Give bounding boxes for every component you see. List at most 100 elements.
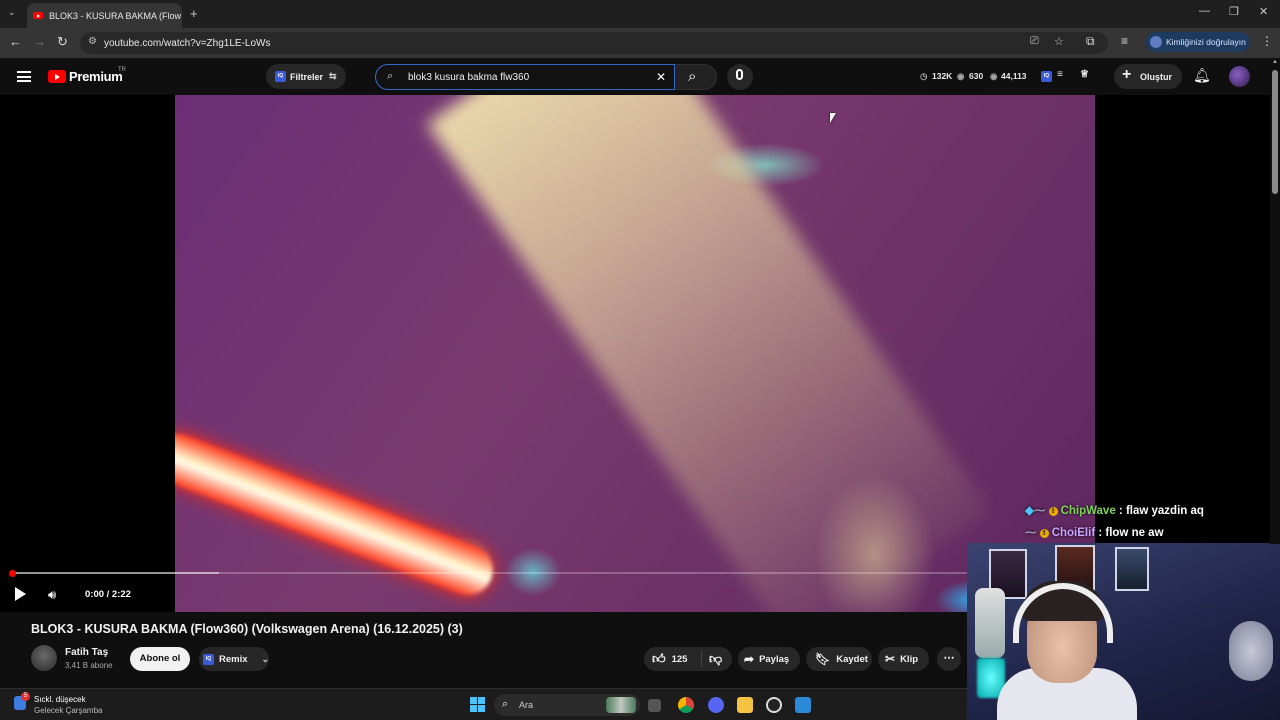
back-icon[interactable]: ← xyxy=(9,34,22,49)
chat-text: : flaw yazdin aq xyxy=(1115,505,1204,517)
forward-icon[interactable]: → xyxy=(33,34,46,49)
scrollbar-thumb[interactable] xyxy=(1272,70,1278,194)
task-view-icon[interactable] xyxy=(648,699,661,712)
sword-badge-icon: ⁓ xyxy=(1025,527,1037,539)
share-label: Paylaş xyxy=(759,653,790,665)
search-value: blok3 kusura bakma flw360 xyxy=(408,71,530,83)
windows-start-icon[interactable] xyxy=(470,697,485,712)
extension-badge-icon: IQ xyxy=(275,71,286,82)
chat-username: ChipWave xyxy=(1060,505,1116,517)
premium-logo-text[interactable]: Premium xyxy=(69,69,123,84)
scroll-up-icon[interactable]: ▲ xyxy=(1272,59,1278,65)
account-avatar[interactable] xyxy=(1229,66,1250,87)
install-app-icon[interactable]: ⎚ xyxy=(1030,35,1039,48)
chat-message: ◆⁓ ! ChipWave : flaw yazdin aq xyxy=(1025,503,1204,517)
filters-button[interactable]: IQ Filtreler ⇆ xyxy=(266,64,346,89)
voice-search-button[interactable] xyxy=(727,64,753,90)
window-close-icon[interactable]: ✕ xyxy=(1259,5,1268,18)
file-explorer-icon[interactable] xyxy=(737,697,753,713)
address-bar-row: ← → ↻ ⚙ youtube.com/watch?v=Zhg1LE-LoWs … xyxy=(0,28,1280,58)
headphones xyxy=(1013,583,1113,643)
dislike-button[interactable]: 👎︎ xyxy=(702,651,722,667)
like-dislike-group: 👍︎ 125 👎︎ xyxy=(644,647,732,671)
site-info-icon[interactable]: ⚙ xyxy=(88,36,97,47)
youtube-header: Premium TR IQ Filtreler ⇆ ⌕ blok3 kusura… xyxy=(0,58,1270,95)
subscribe-button[interactable]: Abone ol xyxy=(130,647,190,671)
new-tab-icon[interactable]: + xyxy=(190,6,198,21)
tab-list-icon[interactable]: ⌄ xyxy=(8,7,16,18)
remix-badge-icon: IQ xyxy=(203,654,214,665)
video-title: BLOK3 - KUSURA BAKMA (Flow360) (Volkswag… xyxy=(31,622,463,636)
extension-iq-icon[interactable]: IQ xyxy=(1041,71,1052,82)
stat-clock-value: 132K xyxy=(932,71,953,81)
bookmark-star-icon[interactable]: ☆ xyxy=(1054,35,1064,48)
menu-icon[interactable] xyxy=(17,71,31,82)
led-light-bar xyxy=(175,426,501,603)
tab-close-icon[interactable]: ✕ xyxy=(181,10,182,21)
reading-list-icon[interactable]: ≡ xyxy=(1121,34,1128,48)
trophy-icon[interactable]: ♕ xyxy=(1080,69,1089,80)
clip-label: Klip xyxy=(900,653,919,665)
weather-subline: Gelecek Çarşamba xyxy=(34,706,103,715)
save-label: Kaydet xyxy=(836,653,868,665)
queue-icon[interactable]: ≡ xyxy=(1057,69,1063,80)
stat-views-value: 630 xyxy=(969,71,984,81)
microphone-icon xyxy=(736,69,743,80)
youtube-logo-icon[interactable] xyxy=(48,70,66,83)
sliders-icon: ⇆ xyxy=(329,71,337,81)
obs-icon[interactable] xyxy=(766,697,782,713)
stat-eye-icon: ◉ xyxy=(990,71,998,81)
stage-light-beam xyxy=(426,95,991,612)
search-icon: ⌕ xyxy=(688,68,697,85)
search-input[interactable]: ⌕ blok3 kusura bakma flw360 ✕ xyxy=(375,64,675,90)
chrome-icon[interactable] xyxy=(678,697,694,713)
channel-name[interactable]: Fatih Taş xyxy=(65,647,108,658)
search-button[interactable]: ⌕ xyxy=(675,64,717,90)
like-count: 125 xyxy=(671,653,688,665)
browser-tab-bar: ⌄ BLOK3 - KUSURA BAKMA (Flow ✕ + — ❐ ✕ xyxy=(0,0,1280,28)
scissors-icon: ✂ xyxy=(885,652,896,666)
page-scrollbar[interactable]: ▲ xyxy=(1270,58,1280,544)
taskbar-search-icon: ⌕ xyxy=(502,698,509,710)
extensions-icon[interactable]: ⧉ xyxy=(1086,34,1095,49)
play-icon[interactable] xyxy=(15,587,26,601)
remix-button[interactable]: IQ Remix ⌄ xyxy=(199,647,269,671)
region-code: TR xyxy=(118,67,126,73)
share-button[interactable]: ➦ Paylaş xyxy=(738,647,800,671)
verify-identity-button[interactable]: Kimliğinizi doğrulayın xyxy=(1146,32,1250,52)
microphone-prop xyxy=(975,588,1005,658)
restore-icon[interactable]: ❐ xyxy=(1229,5,1239,18)
minimize-icon[interactable]: — xyxy=(1199,5,1210,17)
clear-search-icon[interactable]: ✕ xyxy=(656,70,666,84)
weather-alert-badge: 5 xyxy=(21,692,30,701)
notifications-bell-icon[interactable]: 🔔︎ xyxy=(1193,67,1211,84)
save-button[interactable]: 🔖︎ Kaydet xyxy=(806,647,872,671)
windows-taskbar: 5 Sıckl. düşecek Gelecek Çarşamba ⌕ Ara xyxy=(0,688,967,720)
discord-icon[interactable] xyxy=(708,697,724,713)
reload-icon[interactable]: ↻ xyxy=(57,34,68,50)
warning-badge-icon: ! xyxy=(1048,507,1058,516)
chat-text: : flow ne aw xyxy=(1095,527,1164,539)
volume-icon[interactable]: 🔊︎ xyxy=(48,587,56,603)
youtube-favicon-icon xyxy=(33,12,43,19)
clip-button[interactable]: ✂ Klip xyxy=(878,647,929,671)
weather-headline: Sıckl. düşecek xyxy=(34,695,86,704)
url-field[interactable]: ⚙ youtube.com/watch?v=Zhg1LE-LoWs ⎚ ☆ xyxy=(80,32,1108,54)
filters-label: Filtreler xyxy=(290,71,324,82)
chat-message: ⁓ ! ChoiElif : flow ne aw xyxy=(1025,525,1164,539)
verify-identity-label: Kimliğinizi doğrulayın xyxy=(1166,37,1246,47)
chevron-down-icon: ⌄ xyxy=(261,653,270,664)
create-button[interactable]: + Oluştur xyxy=(1114,64,1182,89)
app-icon[interactable] xyxy=(795,697,811,713)
progress-scrubber[interactable] xyxy=(9,570,16,577)
browser-menu-icon[interactable]: ⋮ xyxy=(1261,34,1273,48)
weather-widget[interactable]: Sıckl. düşecek Gelecek Çarşamba xyxy=(34,694,102,716)
channel-avatar[interactable] xyxy=(31,645,57,671)
browser-tab[interactable]: BLOK3 - KUSURA BAKMA (Flow ✕ xyxy=(27,3,182,28)
time-display: 0:00 / 2:22 xyxy=(85,589,131,600)
more-actions-button[interactable]: ⋯ xyxy=(937,647,961,671)
profile-avatar-icon xyxy=(1150,36,1162,48)
stat-views-icon: ◉ xyxy=(957,71,965,81)
like-button[interactable]: 👍︎ 125 xyxy=(644,651,702,667)
taskbar-search[interactable]: ⌕ Ara xyxy=(494,694,640,716)
